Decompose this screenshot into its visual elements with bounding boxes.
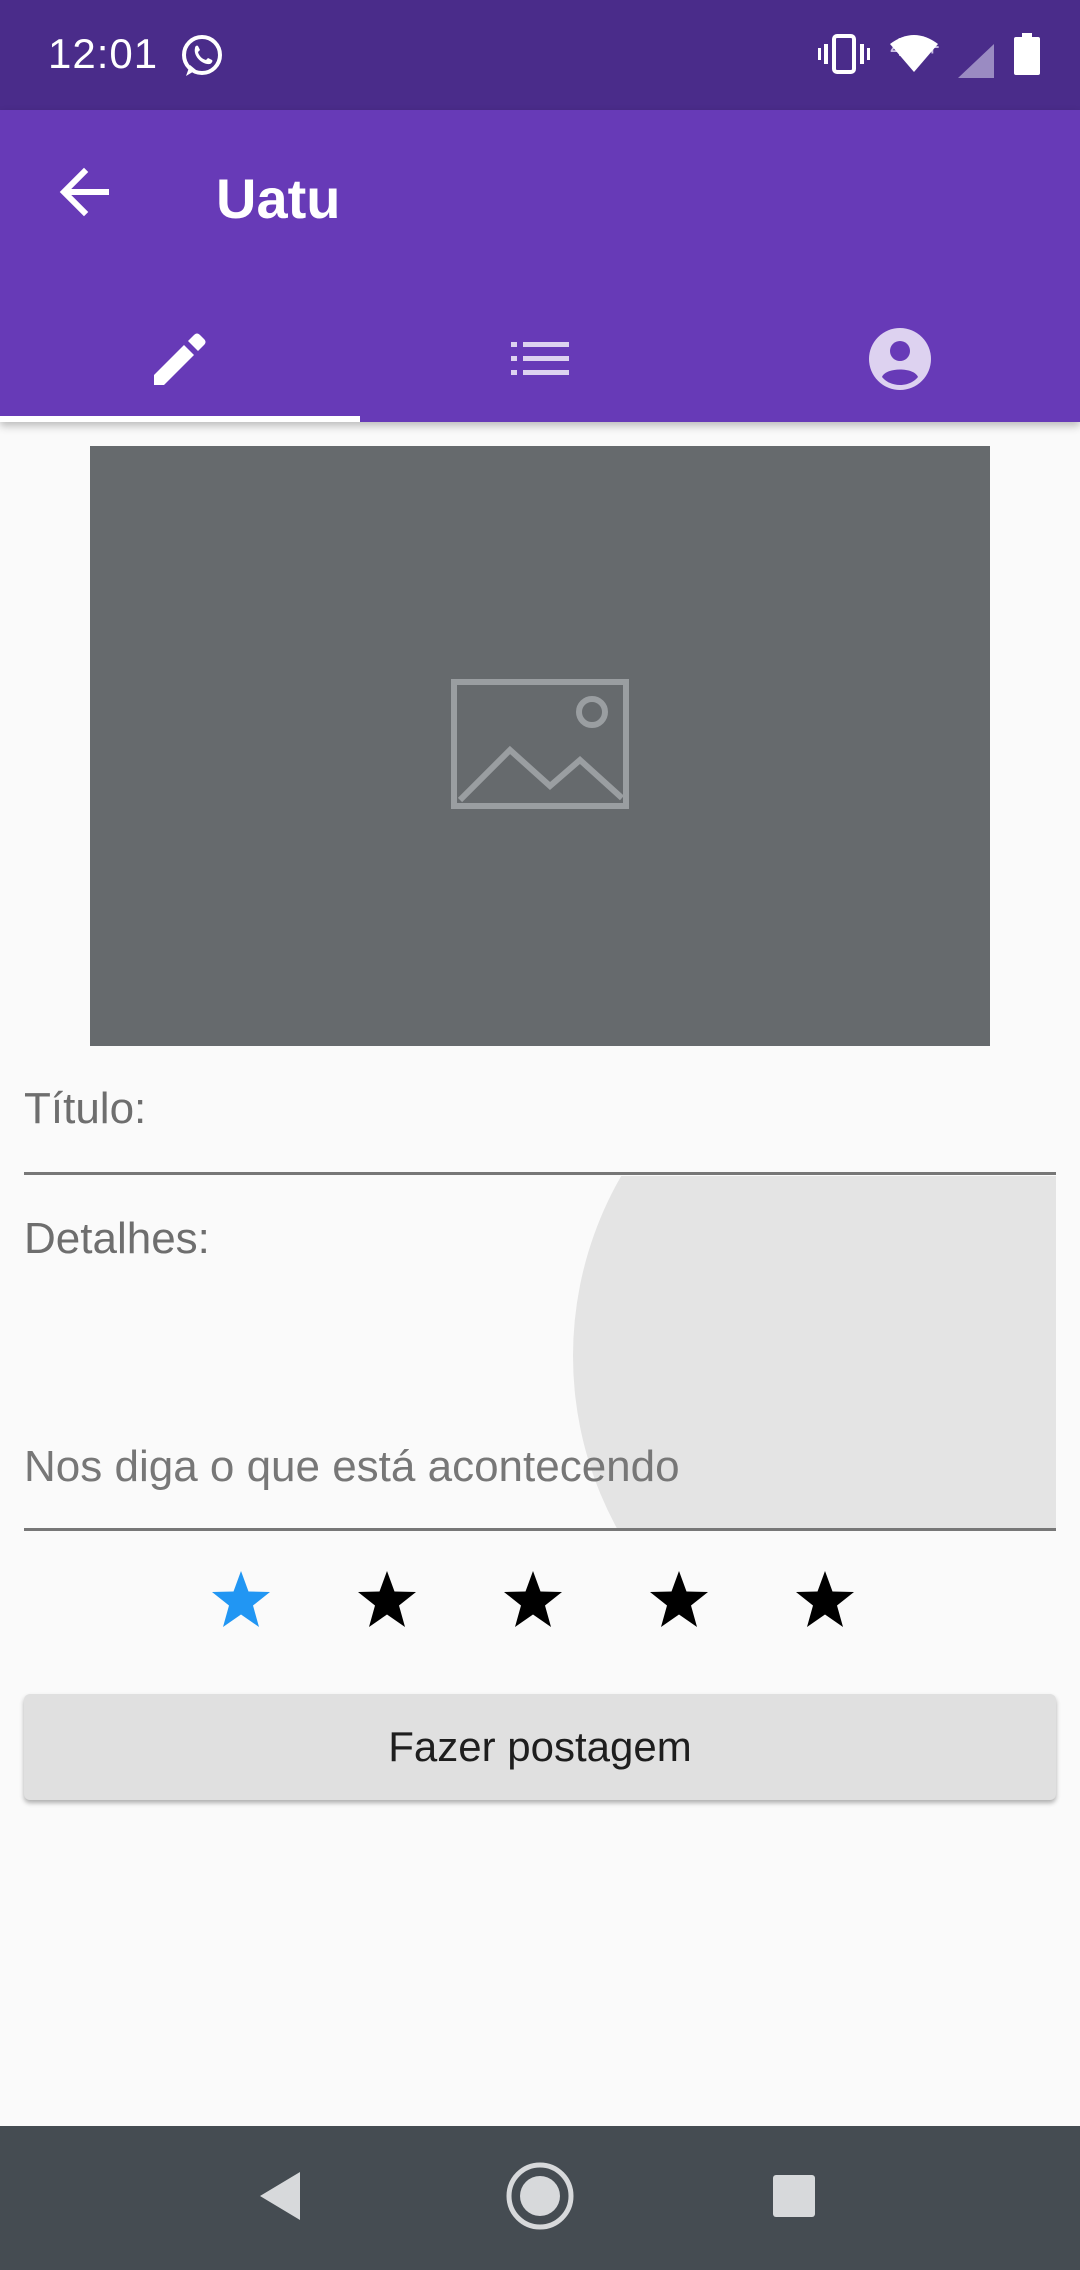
details-label: Detalhes:	[24, 1214, 210, 1263]
whatsapp-icon	[178, 32, 226, 80]
status-time: 12:01	[48, 30, 159, 77]
nav-back-button[interactable]	[240, 2158, 320, 2238]
image-picker[interactable]	[90, 446, 990, 1046]
account-circle-icon	[868, 327, 932, 396]
arrow-back-icon	[56, 164, 112, 225]
status-bar: 12:01 4G+	[0, 0, 1080, 110]
pencil-icon	[150, 329, 210, 394]
rating-stars	[210, 1568, 856, 1630]
tab-new-post[interactable]	[0, 300, 360, 422]
star-icon[interactable]	[648, 1568, 710, 1630]
details-underline	[24, 1528, 1056, 1531]
details-input[interactable]: Nos diga o que está acontecendo	[24, 1442, 680, 1492]
back-triangle-icon	[256, 2170, 304, 2227]
submit-post-button[interactable]: Fazer postagem	[24, 1694, 1056, 1800]
tab-profile[interactable]	[720, 300, 1080, 422]
vibrate-icon	[818, 33, 870, 79]
title-input[interactable]: Título:	[24, 1084, 146, 1134]
home-circle-icon	[505, 2161, 575, 2236]
battery-icon	[1014, 32, 1040, 80]
recents-square-icon	[771, 2173, 817, 2224]
back-button[interactable]	[44, 154, 124, 234]
nav-home-button[interactable]	[500, 2158, 580, 2238]
image-placeholder-icon	[450, 678, 630, 815]
system-nav-bar	[0, 2126, 1080, 2270]
title-underline	[24, 1172, 1056, 1175]
nav-recents-button[interactable]	[754, 2158, 834, 2238]
star-icon[interactable]	[356, 1568, 418, 1630]
wifi-icon	[890, 34, 938, 79]
star-icon[interactable]	[794, 1568, 856, 1630]
tab-bar	[0, 300, 1080, 422]
app-title: Uatu	[216, 167, 341, 230]
tab-indicator	[0, 416, 360, 422]
app-bar: Uatu	[0, 110, 1080, 422]
star-icon[interactable]	[210, 1568, 272, 1630]
star-icon[interactable]	[502, 1568, 564, 1630]
list-icon	[511, 340, 569, 383]
tab-feed[interactable]	[360, 300, 720, 422]
signal-icon	[958, 43, 994, 83]
